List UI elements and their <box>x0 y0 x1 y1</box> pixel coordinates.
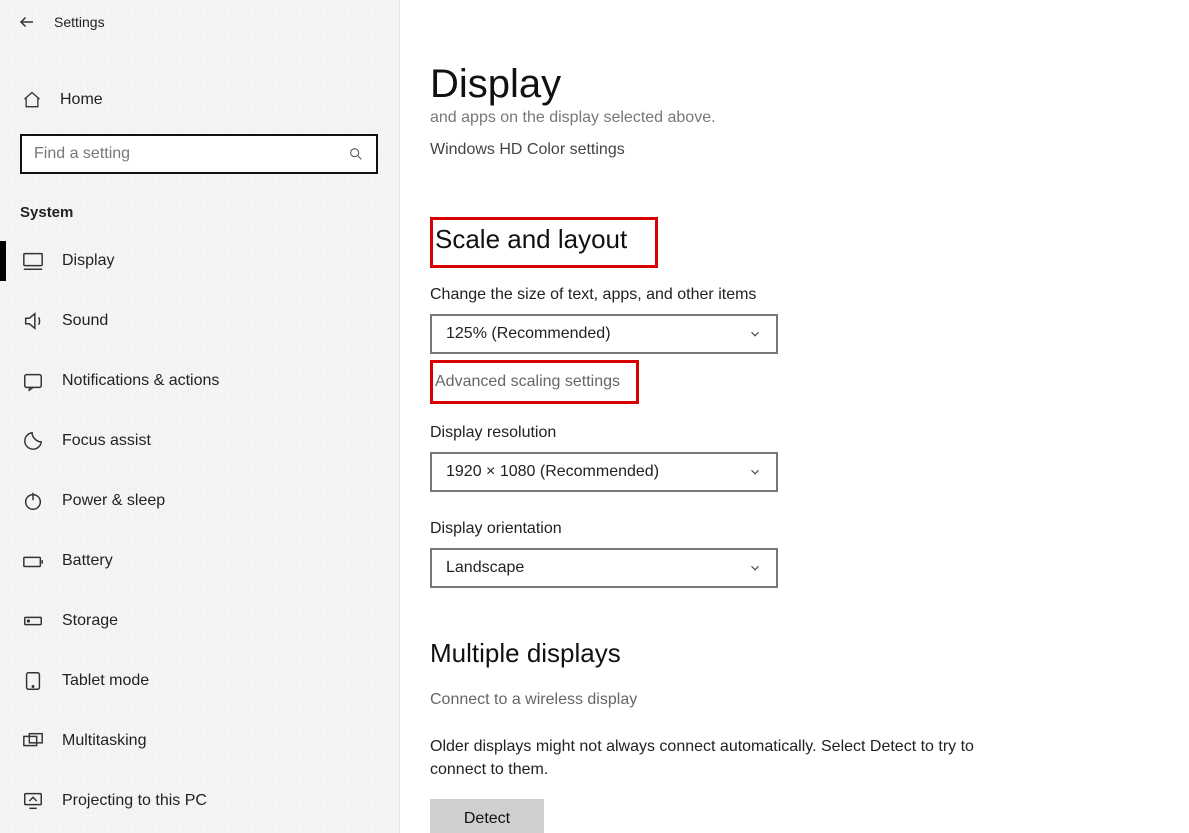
multiple-displays-title: Multiple displays <box>430 638 1189 669</box>
orientation-dropdown[interactable]: Landscape <box>430 548 778 588</box>
sidebar-section-header: System <box>0 174 399 231</box>
chevron-down-icon <box>748 327 762 341</box>
home-icon <box>22 90 42 110</box>
notifications-icon <box>22 370 44 392</box>
sidebar-item-label: Tablet mode <box>62 672 149 690</box>
sidebar-item-sound[interactable]: Sound <box>0 291 399 351</box>
page-title: Display <box>430 62 1189 107</box>
chevron-down-icon <box>748 561 762 575</box>
sidebar-item-label: Storage <box>62 612 118 630</box>
sidebar-item-label: Projecting to this PC <box>62 792 207 810</box>
sound-icon <box>22 310 44 332</box>
highlight-advanced-scaling: Advanced scaling settings <box>430 360 639 404</box>
search-wrap <box>0 134 399 174</box>
sidebar-item-label: Focus assist <box>62 432 151 450</box>
sidebar-nav: Display Sound Notifications & actions Fo… <box>0 231 399 831</box>
sidebar-item-label: Multitasking <box>62 732 146 750</box>
sidebar-item-label: Notifications & actions <box>62 372 219 390</box>
power-icon <box>22 490 44 512</box>
sidebar-item-tablet-mode[interactable]: Tablet mode <box>0 651 399 711</box>
display-icon <box>22 250 44 272</box>
storage-icon <box>22 610 44 632</box>
projecting-icon <box>22 790 44 812</box>
resolution-label: Display resolution <box>430 424 1189 442</box>
search-input[interactable] <box>34 145 348 163</box>
back-icon[interactable] <box>18 13 36 31</box>
scale-label: Change the size of text, apps, and other… <box>430 286 1189 304</box>
sidebar-header: Settings <box>0 0 399 44</box>
tablet-icon <box>22 670 44 692</box>
search-box[interactable] <box>20 134 378 174</box>
multitasking-icon <box>22 730 44 752</box>
sidebar-item-label: Sound <box>62 312 108 330</box>
scale-section-title: Scale and layout <box>435 224 627 255</box>
sidebar-item-battery[interactable]: Battery <box>0 531 399 591</box>
sidebar-item-storage[interactable]: Storage <box>0 591 399 651</box>
chevron-down-icon <box>748 465 762 479</box>
scale-dropdown[interactable]: 125% (Recommended) <box>430 314 778 354</box>
sidebar-item-label: Power & sleep <box>62 492 165 510</box>
detect-button[interactable]: Detect <box>430 799 544 833</box>
sidebar: Settings Home System Display Sound <box>0 0 400 833</box>
search-icon <box>348 146 364 162</box>
multiple-displays-body: Older displays might not always connect … <box>430 735 990 781</box>
resolution-dropdown[interactable]: 1920 × 1080 (Recommended) <box>430 452 778 492</box>
hd-color-link[interactable]: Windows HD Color settings <box>430 141 1189 159</box>
scale-value: 125% (Recommended) <box>446 325 611 343</box>
sidebar-item-projecting[interactable]: Projecting to this PC <box>0 771 399 831</box>
sidebar-item-display[interactable]: Display <box>0 231 399 291</box>
sidebar-item-label: Display <box>62 252 114 270</box>
app-title: Settings <box>54 14 105 30</box>
sidebar-item-multitasking[interactable]: Multitasking <box>0 711 399 771</box>
orientation-value: Landscape <box>446 559 524 577</box>
orientation-label: Display orientation <box>430 520 1189 538</box>
resolution-value: 1920 × 1080 (Recommended) <box>446 463 659 481</box>
advanced-scaling-link[interactable]: Advanced scaling settings <box>435 373 620 390</box>
sidebar-item-focus-assist[interactable]: Focus assist <box>0 411 399 471</box>
main-content: Display and apps on the display selected… <box>400 0 1189 833</box>
sidebar-home-label: Home <box>60 91 103 109</box>
wireless-display-link[interactable]: Connect to a wireless display <box>430 691 1189 709</box>
partial-caption: and apps on the display selected above. <box>430 109 1189 127</box>
sidebar-item-label: Battery <box>62 552 113 570</box>
sidebar-home[interactable]: Home <box>0 72 399 128</box>
sidebar-item-notifications[interactable]: Notifications & actions <box>0 351 399 411</box>
focus-assist-icon <box>22 430 44 452</box>
highlight-scale-title: Scale and layout <box>430 217 658 268</box>
sidebar-item-power-sleep[interactable]: Power & sleep <box>0 471 399 531</box>
battery-icon <box>22 550 44 572</box>
